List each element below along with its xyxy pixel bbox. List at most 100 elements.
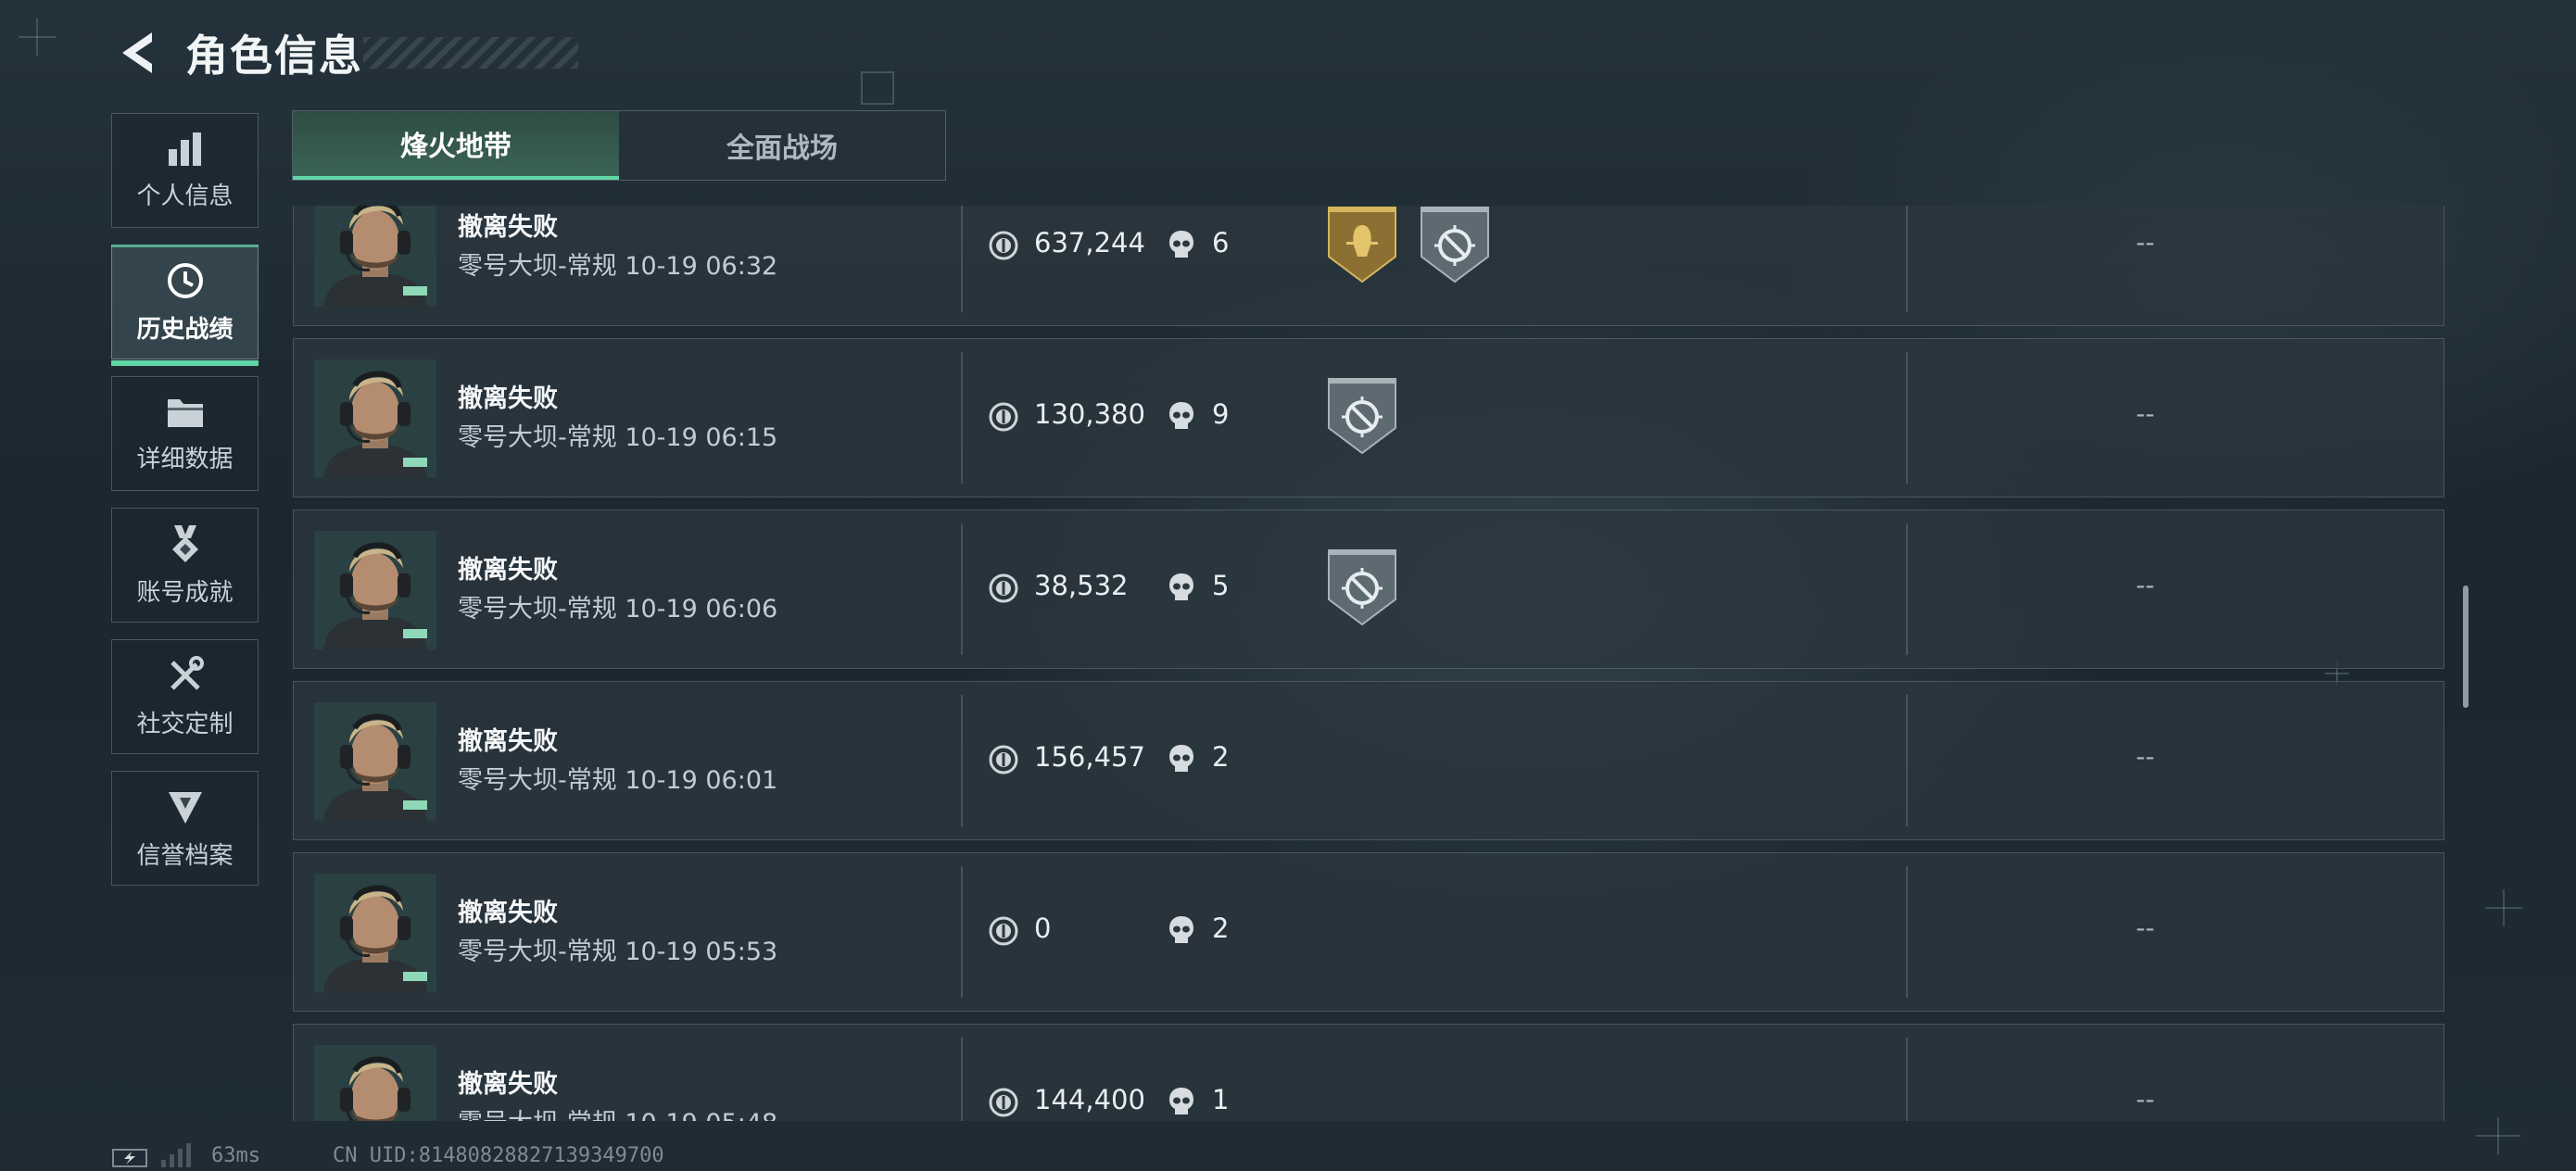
column-divider <box>961 352 963 484</box>
currency-value: 0 <box>1034 913 1052 944</box>
extra-value: -- <box>2136 741 2155 772</box>
match-record-row[interactable]: 撤离失败零号大坝-常规 10-19 06:01 156,457 2 -- <box>293 681 2444 840</box>
match-record-row[interactable]: 撤离失败零号大坝-常规 10-19 05:53 0 2 -- <box>293 852 2444 1012</box>
kill-count: 9 <box>1212 398 1230 430</box>
column-divider <box>961 866 963 998</box>
kill-count-icon <box>1169 1088 1193 1114</box>
match-record-row[interactable]: 撤离失败零号大坝-常规 10-19 06:32 637,244 6 -- <box>293 206 2444 326</box>
column-divider <box>1906 523 1908 655</box>
crosshair-badge-icon <box>1421 207 1489 283</box>
scrollbar-thumb[interactable] <box>2463 586 2469 708</box>
back-arrow-icon <box>122 32 152 73</box>
ping-text: 63ms <box>211 1143 260 1167</box>
sidebar-item-label: 个人信息 <box>136 182 234 210</box>
currency-value: 144,400 <box>1034 1084 1145 1115</box>
match-record-row[interactable]: 撤离失败 零号大坝-常规 10-19 06:15 130,380 9 -- <box>293 338 2444 497</box>
kill-count-icon <box>1169 402 1193 429</box>
currency-icon <box>989 745 1018 774</box>
operator-avatar <box>314 206 436 307</box>
column-divider <box>961 206 963 312</box>
tab-warfare[interactable]: 全面战场 <box>619 111 945 180</box>
sidebar-item-profile[interactable]: 个人信息 <box>111 113 259 228</box>
column-divider <box>961 1038 963 1121</box>
map-and-time: 零号大坝-常规 10-19 05:53 <box>458 938 778 966</box>
currency-icon <box>989 573 1018 603</box>
bar-chart-icon <box>168 132 201 166</box>
sidebar-item-label: 信誉档案 <box>136 841 234 870</box>
sidebar-item-details[interactable]: 详细数据 <box>111 376 259 491</box>
tools-icon <box>170 655 204 690</box>
sidebar: 个人信息 历史战绩 详细数据 账号成就 社交定制 信誉档案 <box>111 113 260 902</box>
operator-avatar-icon <box>314 359 436 478</box>
column-divider <box>1906 866 1908 998</box>
signal-icon <box>161 1143 191 1167</box>
kill-count-icon <box>1169 231 1193 258</box>
back-button[interactable] <box>109 25 165 81</box>
kill-count-icon <box>1169 745 1193 772</box>
operator-avatar-icon <box>314 206 436 307</box>
kill-count: 2 <box>1212 913 1230 944</box>
kill-count: 6 <box>1212 227 1230 258</box>
kill-count-icon <box>1169 916 1193 943</box>
uid-text: CN UID:81480828827139349700 <box>332 1143 664 1167</box>
title-decoration <box>363 37 578 69</box>
sidebar-item-label: 历史战绩 <box>136 315 234 344</box>
operator-avatar-icon <box>314 702 436 821</box>
kill-count: 2 <box>1212 741 1230 773</box>
map-and-time: 零号大坝-常规 10-19 06:15 <box>458 423 778 452</box>
map-and-time: 零号大坝-常规 10-19 06:01 <box>458 766 778 795</box>
extra-value: -- <box>2136 1084 2155 1114</box>
history-icon <box>167 262 203 298</box>
currency-icon <box>989 1088 1018 1117</box>
column-divider <box>961 695 963 826</box>
kill-count: 1 <box>1212 1084 1230 1115</box>
operator-avatar <box>314 702 436 821</box>
battery-icon <box>112 1149 147 1167</box>
sidebar-item-achievements[interactable]: 账号成就 <box>111 508 259 623</box>
crosshair-badge-icon <box>1328 549 1396 626</box>
extra-value: -- <box>2136 227 2155 258</box>
extraction-status: 撤离失败 <box>458 213 558 242</box>
extraction-status: 撤离失败 <box>458 899 558 927</box>
extraction-status: 撤离失败 <box>458 727 558 756</box>
column-divider <box>1906 352 1908 484</box>
medal-icon <box>171 524 198 562</box>
operator-avatar <box>314 874 436 992</box>
extraction-status: 撤离失败 <box>458 1070 558 1099</box>
header: 角色信息 <box>109 20 363 85</box>
currency-value: 156,457 <box>1034 741 1145 773</box>
currency-value: 38,532 <box>1034 570 1129 601</box>
column-divider <box>961 523 963 655</box>
operator-avatar-icon <box>314 531 436 649</box>
sidebar-item-label: 账号成就 <box>136 578 234 607</box>
map-and-time: 零号大坝-常规 10-19 06:06 <box>458 595 778 623</box>
currency-icon <box>989 916 1018 946</box>
match-record-row[interactable]: 撤离失败 零号大坝-常规 10-19 06:06 38,532 5 -- <box>293 510 2444 669</box>
crosshair-badge-icon <box>1328 378 1396 455</box>
sidebar-item-social[interactable]: 社交定制 <box>111 639 259 754</box>
currency-value: 130,380 <box>1034 398 1145 430</box>
column-divider <box>1906 206 1908 312</box>
operator-avatar <box>314 531 436 649</box>
currency-icon <box>989 231 1018 260</box>
currency-icon <box>989 402 1018 432</box>
map-and-time: 零号大坝-常规 10-19 05:48 <box>458 1102 777 1121</box>
match-history-list[interactable]: 撤离失败 零号大坝-常规 10-19 06:32 637,244 6 -- 撤离失败 零号大… <box>293 206 2446 1121</box>
extra-value: -- <box>2136 398 2155 429</box>
mode-tabs: 烽火地带 全面战场 <box>292 110 946 181</box>
operator-avatar-icon <box>314 1045 436 1121</box>
operator-avatar <box>314 359 436 478</box>
sidebar-item-history[interactable]: 历史战绩 <box>111 245 259 366</box>
map-and-time: 零号大坝-常规 10-19 06:32 <box>458 252 778 281</box>
extra-value: -- <box>2136 570 2155 600</box>
column-divider <box>1906 1038 1908 1121</box>
currency-value: 637,244 <box>1034 227 1145 258</box>
sidebar-item-label: 详细数据 <box>136 445 234 473</box>
extraction-status: 撤离失败 <box>458 556 558 585</box>
shield-icon <box>168 791 202 824</box>
extra-value: -- <box>2136 913 2155 943</box>
sidebar-item-reputation[interactable]: 信誉档案 <box>111 771 259 886</box>
match-record-row[interactable]: 撤离失败零号大坝-常规 10-19 05:48 144,400 1 -- <box>293 1024 2444 1121</box>
tab-operations[interactable]: 烽火地带 <box>293 111 619 180</box>
folder-icon <box>167 398 203 427</box>
